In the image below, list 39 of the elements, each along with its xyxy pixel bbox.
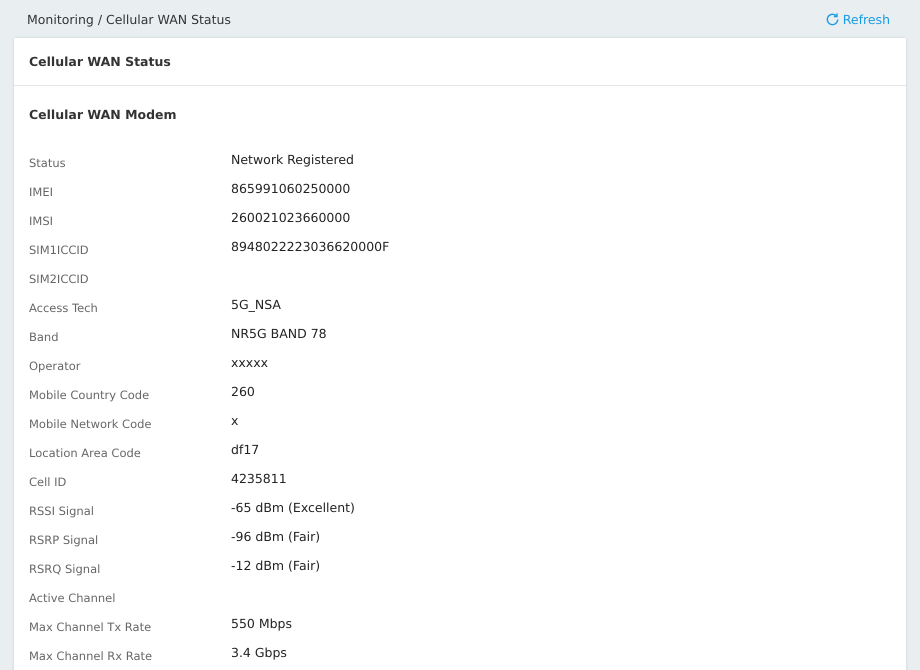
field-label: IMSI	[29, 212, 54, 228]
field-value: 260	[231, 384, 256, 401]
field-label: Active Channel	[29, 590, 116, 604]
field-label: Cell ID	[29, 474, 68, 488]
field-value: 550 Mbps	[231, 616, 293, 633]
field-value: 8948022223036620000F	[231, 239, 390, 256]
field-label: Max Channel Rx Rate	[29, 648, 154, 662]
field-value: 3.4 Gbps	[231, 645, 288, 662]
field-value: -12 dBm (Fair)	[231, 558, 322, 575]
field-label: RSSI Signal	[29, 502, 95, 518]
field-label: Band	[29, 328, 60, 344]
field-value: Network Registered	[231, 152, 355, 169]
field-value: 4235811	[231, 471, 288, 488]
field-label: Mobile Country Code	[29, 386, 150, 402]
field-value: 5G_NSA	[231, 297, 282, 314]
field-value: xxxxx	[231, 355, 269, 372]
refresh-icon	[824, 12, 840, 26]
card-title: Cellular WAN Status	[29, 54, 171, 69]
field-value: -96 dBm (Fair)	[231, 529, 322, 546]
field-value: x	[231, 413, 240, 430]
refresh-button[interactable]: Refresh	[824, 12, 890, 26]
field-value: 260021023660000	[231, 210, 352, 227]
field-label: SIM1ICCID	[29, 242, 90, 256]
field-label: Access Tech	[29, 300, 99, 314]
field-label: Operator	[29, 358, 82, 372]
field-label: RSRQ Signal	[29, 560, 102, 576]
field-label: IMEI	[29, 184, 54, 198]
field-label: SIM2ICCID	[29, 270, 90, 286]
field-label: RSRP Signal	[29, 532, 100, 546]
section-title: Cellular WAN Modem	[29, 107, 177, 122]
field-label: Status	[29, 154, 67, 170]
field-value: 865991060250000	[231, 181, 352, 198]
field-value: -65 dBm (Excellent)	[231, 500, 356, 517]
breadcrumb: Monitoring / Cellular WAN Status	[27, 12, 231, 26]
field-label: Mobile Network Code	[29, 416, 152, 430]
field-label: Max Channel Tx Rate	[29, 618, 152, 634]
field-value: NR5G BAND 78	[231, 326, 328, 343]
field-label: Location Area Code	[29, 444, 142, 460]
field-value: df17	[231, 442, 260, 459]
